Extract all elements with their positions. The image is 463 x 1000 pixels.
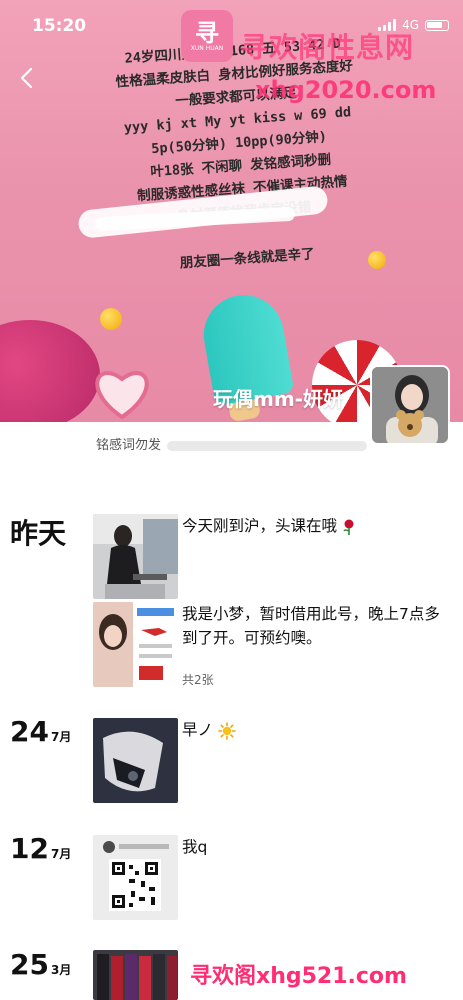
photo-clothing-rack [93, 950, 178, 1000]
post-thumbnail[interactable] [93, 718, 178, 803]
signature-text: 铭感词勿发 [95, 438, 161, 453]
network-label: 4G [402, 18, 419, 32]
signal-icon [378, 19, 397, 31]
sun-icon [218, 721, 236, 740]
photo-clothes [93, 718, 178, 803]
avatar[interactable] [370, 365, 450, 445]
post-text[interactable]: 我q [182, 835, 447, 859]
chevron-left-icon [20, 67, 33, 89]
date-big: 昨天 [10, 517, 67, 550]
cover-line: 朋友圈一条线就是辛了 [179, 246, 316, 272]
post-text[interactable]: 我是小梦，暂时借用此号，晚上7点多到了开。可预约噢。 [182, 602, 447, 650]
battery-icon [425, 19, 449, 31]
rose-icon [343, 519, 354, 535]
photo-qr-code [93, 835, 178, 920]
post-thumbnail[interactable] [93, 835, 178, 920]
post-thumbnail[interactable] [93, 950, 178, 1000]
post-thumbnail[interactable] [93, 602, 178, 687]
date-month: 7月 [50, 847, 72, 861]
status-icons: 4G [378, 18, 449, 32]
date-label: 12 7月 [10, 832, 71, 865]
post-thumbnail[interactable] [93, 514, 178, 599]
date-month: 3月 [50, 963, 72, 977]
photo-collage [93, 602, 178, 687]
date-label: 25 3月 [10, 948, 71, 981]
date-label: 昨天 [10, 512, 66, 552]
heart-decoration [95, 371, 149, 420]
post-text-content: 早ノ [182, 721, 214, 739]
watermark-url: xhg2020.com [255, 76, 437, 104]
date-day: 12 [10, 832, 49, 865]
date-day: 25 [10, 948, 49, 981]
photo-woman-on-chair [93, 514, 178, 599]
status-time: 15:20 [32, 16, 87, 36]
date-day: 24 [10, 715, 49, 748]
date-label: 24 7月 [10, 715, 71, 748]
signature-redacted [167, 440, 367, 451]
candy-decoration [100, 308, 122, 330]
post-text[interactable]: 早ノ [182, 718, 447, 742]
profile-name: 玩偶mm-妍妍 [213, 387, 343, 411]
macaron-decoration [0, 320, 100, 422]
status-bar: 15:20 4G [0, 0, 463, 52]
date-month: 7月 [50, 730, 72, 744]
photo-count: 共2张 [182, 673, 214, 687]
cover-text-block: 24岁四川人 身高168 五 53 42 D 性格温柔皮肤白 身材比例好服务态度… [52, 28, 427, 284]
avatar-photo [372, 367, 448, 443]
cover-image[interactable]: 24岁四川人 身高168 五 53 42 D 性格温柔皮肤白 身材比例好服务态度… [0, 0, 463, 422]
post-text[interactable]: 今天刚到沪，头课在哦 [182, 514, 447, 538]
post-text-content: 今天刚到沪，头课在哦 [182, 517, 338, 535]
watermark-bottom-text: 寻欢阁xhg521.com [190, 964, 407, 989]
back-button[interactable] [10, 62, 42, 94]
